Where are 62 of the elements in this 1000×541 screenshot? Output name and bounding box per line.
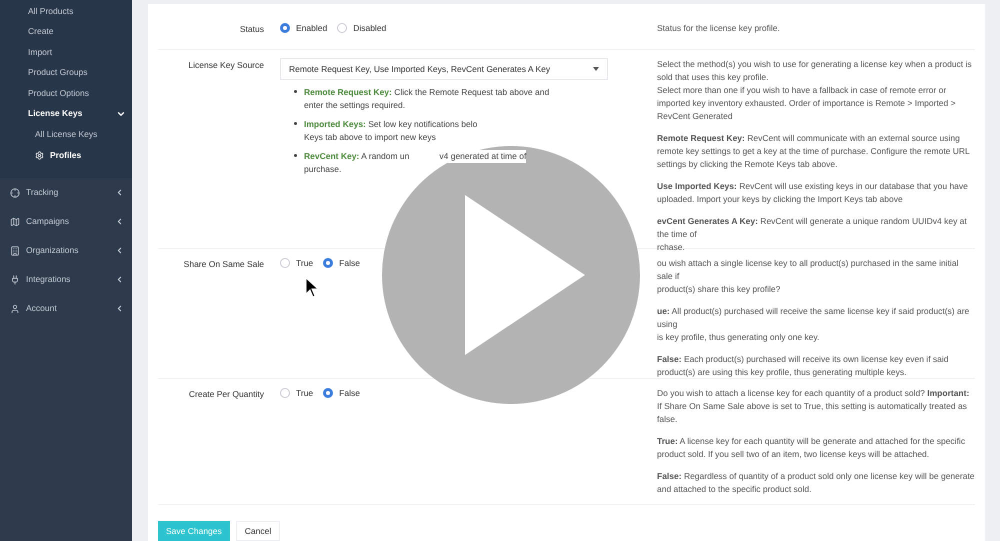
sidebar-item[interactable]: Product Options <box>28 86 89 100</box>
bullet-text: RevCent Key: A random un <box>304 150 410 163</box>
description-text: False: Regardless of quantity of a product sold only one license key will be generate and attached to the specific product sold. <box>657 470 975 496</box>
plug-icon <box>10 274 20 284</box>
radio-label[interactable]: True <box>296 256 314 270</box>
bullet-text: v4 generated at time of <box>439 150 526 163</box>
sidebar-subitem[interactable]: All License Keys <box>35 128 98 141</box>
field-label: Status <box>240 23 264 36</box>
radio-button[interactable] <box>280 388 290 398</box>
bullet-text: enter the settings required. <box>304 99 406 112</box>
building-icon <box>10 246 20 256</box>
radio-label[interactable]: Enabled <box>296 22 328 35</box>
select-field[interactable]: Remote Request Key, Use Imported Keys, RevCent Generates A Key <box>280 58 608 80</box>
sidebar-item[interactable]: Import <box>28 46 52 59</box>
field-label: License Key Source <box>188 59 264 72</box>
sidebar-subitem[interactable]: Profiles <box>50 149 82 162</box>
sidebar-item[interactable]: Product Groups <box>28 66 88 80</box>
crosshair-icon <box>10 188 20 198</box>
bullet-icon <box>294 122 297 125</box>
bullet-icon <box>294 154 297 157</box>
bullet-text: Remote Request Key: Click the Remote Request tab above and <box>304 86 550 99</box>
sidebar-item[interactable]: License Keys <box>28 107 82 120</box>
radio-label[interactable]: Disabled <box>353 22 386 35</box>
description-text: rchase. <box>657 241 686 254</box>
radio-button[interactable] <box>280 258 290 268</box>
sidebar-item[interactable]: All Products <box>28 4 74 18</box>
description-text: is key profile, thus generating only one key. <box>657 330 820 344</box>
bullet-text: Imported Keys: Set low key notifications belo <box>304 118 478 131</box>
radio-button[interactable] <box>323 258 334 268</box>
map-icon <box>10 216 20 226</box>
sidebar-section[interactable]: Tracking <box>26 186 58 199</box>
play-icon <box>465 195 585 355</box>
description-text: Select more than one if you wish to have a fallback in case of remote error or imported key inventory exhausted. Order of importance is Remote > Imported > RevCent Generated <box>657 84 957 123</box>
description-text: True: A license key for each quantity will be generate and attached for the specific product sold. If you sell two of an item, two license keys will be attached. <box>657 435 966 461</box>
radio-label[interactable]: False <box>339 256 360 270</box>
description-text: Do you wish to attach a license key for each quantity of a product sold? Important: If Share On Same Sale above is set to True, this setting is automatically treated as false. <box>657 387 970 426</box>
field-label: Share On Same Sale <box>184 258 264 271</box>
sidebar-item[interactable]: Create <box>28 25 54 38</box>
bullet-icon <box>294 90 297 93</box>
sidebar-section[interactable]: Account <box>26 302 57 315</box>
gear-icon <box>35 151 44 160</box>
radio-label[interactable]: True <box>296 387 314 400</box>
radio-button[interactable] <box>280 23 290 34</box>
sidebar-section[interactable]: Organizations <box>26 244 78 257</box>
description-text: Remote Request Key: RevCent will communicate with an external source using remote key settings to get a key at the time of purchase. Configure the remote URL settings by clicking the Remote Keys tab above. <box>657 132 970 171</box>
description-text: Use Imported Keys: RevCent will use existing keys in our database that you have uploaded. Import your keys by clicking the Import Keys tab above <box>657 180 969 206</box>
user-icon <box>10 304 20 314</box>
description-text: Select the method(s) you wish to use for generating a license key when a product is sold that uses this key profile. <box>657 58 973 84</box>
description-text: product(s) share this key profile? <box>657 282 782 296</box>
bullet-text: Keys tab above to import new keys <box>304 131 436 144</box>
radio-button[interactable] <box>337 23 348 34</box>
description-text: False: Each product(s) purchased will receive its own license key even if said product(s) are using this key profile, thus generating multiple keys. <box>657 352 950 379</box>
mouse-cursor-icon <box>305 277 319 299</box>
caret-icon <box>593 67 599 71</box>
bullet-text: purchase. <box>304 163 342 176</box>
sidebar-section[interactable]: Integrations <box>26 273 70 286</box>
cancel-button[interactable]: Cancel <box>236 521 280 541</box>
radio-button[interactable] <box>323 388 334 398</box>
radio-label[interactable]: False <box>339 387 360 400</box>
sidebar-section[interactable]: Campaigns <box>26 215 69 228</box>
description-text: Status for the license key profile. <box>657 22 781 35</box>
field-label: Create Per Quantity <box>188 388 264 401</box>
